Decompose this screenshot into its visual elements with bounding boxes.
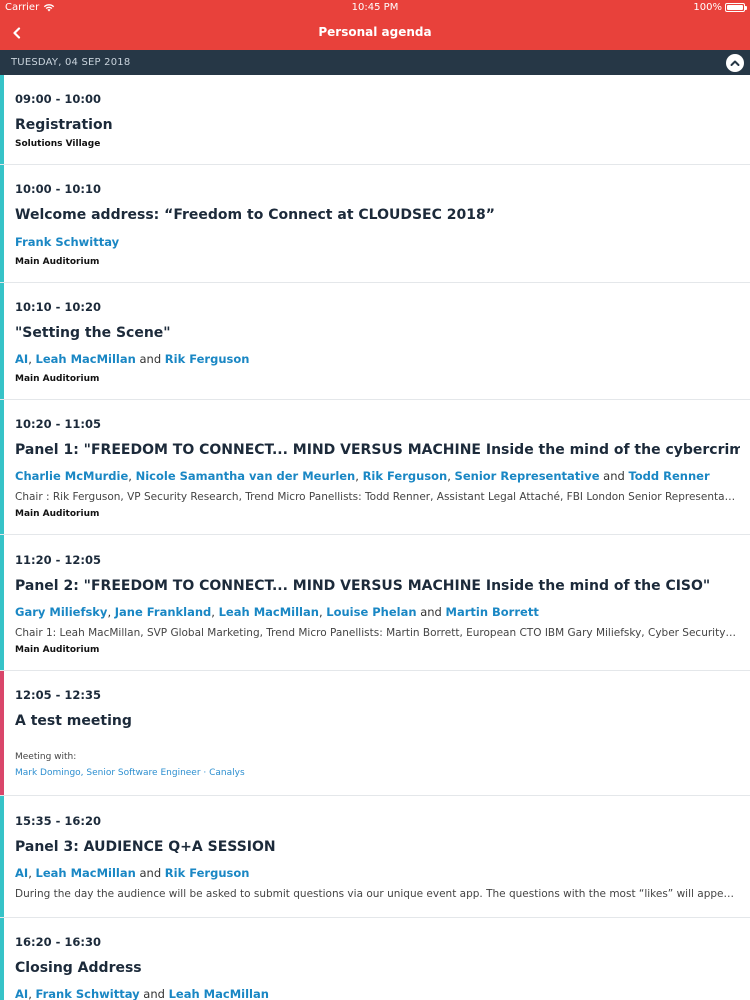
collapse-button[interactable] <box>726 54 744 72</box>
session-title: A test meeting <box>15 713 132 729</box>
speaker-list: AI, Leah MacMillan and Rik Ferguson <box>15 866 250 880</box>
speaker-link[interactable]: Rik Ferguson <box>165 352 250 366</box>
battery-percent: 100% <box>693 2 722 13</box>
session-location: Main Auditorium <box>15 645 100 655</box>
battery-fill <box>727 5 743 10</box>
chevron-up-icon <box>730 60 740 66</box>
agenda-item-panel-2[interactable]: 11:20 - 12:05 Panel 2: "FREEDOM TO CONNE… <box>0 535 750 671</box>
agenda-item-welcome[interactable]: 10:00 - 10:10 Welcome address: “Freedom … <box>0 165 750 283</box>
session-time: 10:10 - 10:20 <box>15 300 101 314</box>
session-time: 10:20 - 11:05 <box>15 417 101 431</box>
agenda-item-closing-address[interactable]: 16:20 - 16:30 Closing Address AI, Frank … <box>0 918 750 1000</box>
agenda-item-meeting[interactable]: 12:05 - 12:35 A test meeting Meeting wit… <box>0 671 750 796</box>
speaker-link[interactable]: Rik Ferguson <box>363 469 448 483</box>
session-description: Chair : Rik Ferguson, VP Security Resear… <box>15 491 738 503</box>
speaker-link[interactable]: Jane Frankland <box>115 605 212 619</box>
speaker-conjunction: and <box>139 352 162 366</box>
speaker-link[interactable]: Nicole Samantha van der Meurlen <box>136 469 356 483</box>
session-color-bar <box>0 918 4 1000</box>
speaker-link[interactable]: AI <box>15 352 28 366</box>
speaker-conjunction: and <box>143 987 165 1000</box>
speaker-link[interactable]: Frank Schwittay <box>15 235 119 249</box>
session-location: Solutions Village <box>15 139 101 149</box>
session-location: Main Auditorium <box>15 509 100 519</box>
date-section-header[interactable]: TUESDAY, 04 SEP 2018 <box>0 50 750 75</box>
session-title: Panel 3: AUDIENCE Q+A SESSION <box>15 839 276 855</box>
session-color-bar <box>0 400 4 534</box>
speaker-link[interactable]: Senior Representative <box>455 469 600 483</box>
page-title: Personal agenda <box>318 25 432 39</box>
session-title: Panel 1: "FREEDOM TO CONNECT... MIND VER… <box>15 442 740 458</box>
session-title: Welcome address: “Freedom to Connect at … <box>15 207 495 223</box>
date-label: TUESDAY, 04 SEP 2018 <box>11 57 131 68</box>
navigation-bar: Personal agenda <box>0 16 750 50</box>
session-title: Panel 2: "FREEDOM TO CONNECT... MIND VER… <box>15 578 711 594</box>
speaker-link[interactable]: Leah MacMillan <box>36 866 136 880</box>
speaker-link[interactable]: Frank Schwittay <box>36 987 140 1000</box>
speaker-conjunction: and <box>420 605 442 619</box>
speaker-conjunction: and <box>139 866 162 880</box>
speaker-link[interactable]: AI <box>15 987 28 1000</box>
speaker-list: Gary Miliefsky, Jane Frankland, Leah Mac… <box>15 605 539 619</box>
session-color-bar <box>0 75 4 164</box>
session-color-bar <box>0 535 4 670</box>
session-time: 11:20 - 12:05 <box>15 553 101 567</box>
session-location: Main Auditorium <box>15 257 100 267</box>
speaker-link[interactable]: Todd Renner <box>628 469 709 483</box>
battery-indicator: 100% <box>693 2 747 13</box>
speaker-list: AI, Leah MacMillan and Rik Ferguson <box>15 352 250 366</box>
session-title: "Setting the Scene" <box>15 325 171 341</box>
agenda-list: 09:00 - 10:00 Registration Solutions Vil… <box>0 75 750 1000</box>
speaker-conjunction: and <box>603 469 625 483</box>
session-title: Registration <box>15 117 113 133</box>
session-time: 15:35 - 16:20 <box>15 814 101 828</box>
session-time: 09:00 - 10:00 <box>15 92 101 106</box>
speaker-link[interactable]: Charlie McMurdie <box>15 469 128 483</box>
speaker-link[interactable]: Louise Phelan <box>326 605 416 619</box>
session-time: 10:00 - 10:10 <box>15 182 101 196</box>
speaker-link[interactable]: Martin Borrett <box>446 605 539 619</box>
session-description: Chair 1: Leah MacMillan, SVP Global Mark… <box>15 627 738 639</box>
meeting-color-bar <box>0 671 4 795</box>
session-color-bar <box>0 796 4 917</box>
session-time: 12:05 - 12:35 <box>15 688 101 702</box>
speaker-link[interactable]: Gary Miliefsky <box>15 605 107 619</box>
speaker-link[interactable]: Rik Ferguson <box>165 866 250 880</box>
speaker-link[interactable]: Leah MacMillan <box>219 605 319 619</box>
session-description: During the day the audience will be aske… <box>15 888 738 900</box>
battery-icon <box>725 3 747 12</box>
session-color-bar <box>0 165 4 282</box>
speaker-list: Charlie McMurdie, Nicole Samantha van de… <box>15 469 710 483</box>
session-location: Main Auditorium <box>15 374 100 384</box>
speaker-link[interactable]: Leah MacMillan <box>36 352 136 366</box>
meeting-attendee-link[interactable]: Mark Domingo, Senior Software Engineer ·… <box>15 768 245 778</box>
agenda-item-registration[interactable]: 09:00 - 10:00 Registration Solutions Vil… <box>0 75 750 165</box>
speaker-list: Frank Schwittay <box>15 235 740 249</box>
speaker-link[interactable]: Leah MacMillan <box>169 987 269 1000</box>
clock: 10:45 PM <box>351 2 399 13</box>
session-time: 16:20 - 16:30 <box>15 935 101 949</box>
session-title: Closing Address <box>15 960 142 976</box>
agenda-item-panel-3[interactable]: 15:35 - 16:20 Panel 3: AUDIENCE Q+A SESS… <box>0 796 750 918</box>
speaker-link[interactable]: AI <box>15 866 28 880</box>
agenda-item-panel-1[interactable]: 10:20 - 11:05 Panel 1: "FREEDOM TO CONNE… <box>0 400 750 535</box>
meeting-with-label: Meeting with: <box>15 752 77 762</box>
status-bar: Carrier 10:45 PM 100% <box>0 0 750 16</box>
speaker-list: AI, Frank Schwittay and Leah MacMillan <box>15 987 269 1000</box>
session-color-bar <box>0 283 4 399</box>
agenda-item-setting-the-scene[interactable]: 10:10 - 10:20 "Setting the Scene" AI, Le… <box>0 283 750 400</box>
